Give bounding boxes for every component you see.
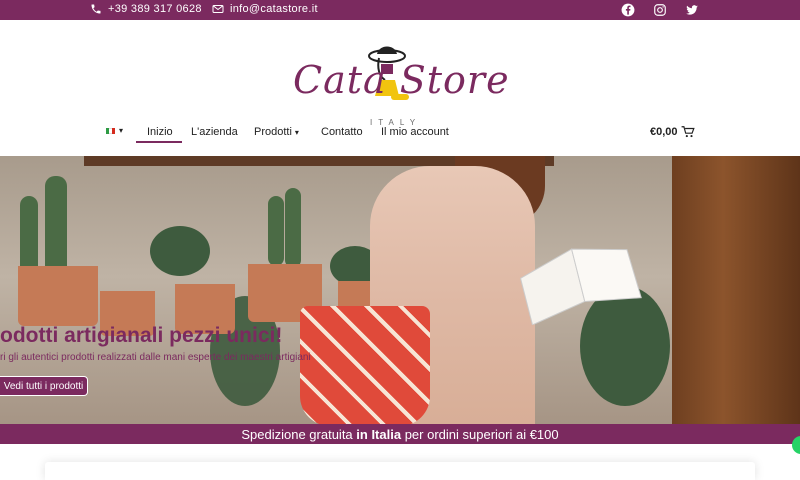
- twitter-icon[interactable]: [684, 2, 700, 18]
- hero-cactus: [285, 188, 301, 268]
- hero-plant: [150, 226, 210, 276]
- shipping-banner-highlight: in Italia: [356, 426, 402, 442]
- envelope-icon: [212, 5, 224, 13]
- chat-icon[interactable]: [792, 436, 800, 454]
- italian-flag-icon[interactable]: [106, 128, 115, 134]
- instagram-icon[interactable]: [652, 2, 668, 18]
- facebook-icon[interactable]: [620, 2, 636, 18]
- cart-button[interactable]: €0,00: [650, 126, 695, 138]
- nav-item-azienda[interactable]: L'azienda: [191, 126, 238, 138]
- top-bar: +39 389 317 0628 info@catastore.it: [0, 0, 800, 20]
- hero-banner: [0, 156, 800, 424]
- hero-cactus: [45, 176, 67, 276]
- cart-icon: [681, 126, 695, 138]
- shipping-banner-prefix: Spedizione gratuita: [241, 426, 357, 442]
- shipping-banner-suffix: per ordini superiori ai €100: [401, 426, 559, 442]
- chevron-down-icon: ▾: [294, 128, 299, 137]
- hero-bag: [300, 306, 430, 424]
- hero-cactus: [20, 196, 38, 276]
- content-card: [45, 462, 755, 480]
- shipping-banner: Spedizione gratuita in Italia per ordini…: [0, 424, 800, 444]
- logo-text: Cata Store: [293, 58, 510, 102]
- hero-subtitle: ri gli autentici prodotti realizzati dal…: [0, 352, 311, 363]
- hero-title: odotti artigianali pezzi unici!: [0, 324, 283, 347]
- active-nav-indicator: [136, 141, 182, 143]
- nav-item-prodotti[interactable]: Prodotti ▾: [254, 126, 299, 138]
- nav-item-inizio[interactable]: Inizio: [147, 126, 173, 138]
- phone-icon: [91, 4, 101, 14]
- nav-item-prodotti-label: Prodotti: [254, 126, 292, 138]
- cart-total: €0,00: [650, 126, 678, 138]
- hero-door: [672, 156, 800, 424]
- site-logo[interactable]: Cata Store ITALY: [285, 40, 515, 132]
- email-address: info@catastore.it: [230, 3, 318, 15]
- email-contact[interactable]: info@catastore.it: [212, 3, 318, 15]
- nav-item-contatto[interactable]: Contatto: [321, 126, 363, 138]
- language-dropdown-icon[interactable]: ▾: [119, 126, 123, 135]
- phone-contact[interactable]: +39 389 317 0628: [90, 3, 202, 15]
- hero-pot: [18, 266, 98, 326]
- nav-item-account[interactable]: Il mio account: [381, 126, 449, 138]
- hero-cactus: [268, 196, 284, 266]
- phone-number: +39 389 317 0628: [108, 3, 202, 15]
- view-all-products-button[interactable]: Vedi tutti i prodotti: [0, 376, 88, 396]
